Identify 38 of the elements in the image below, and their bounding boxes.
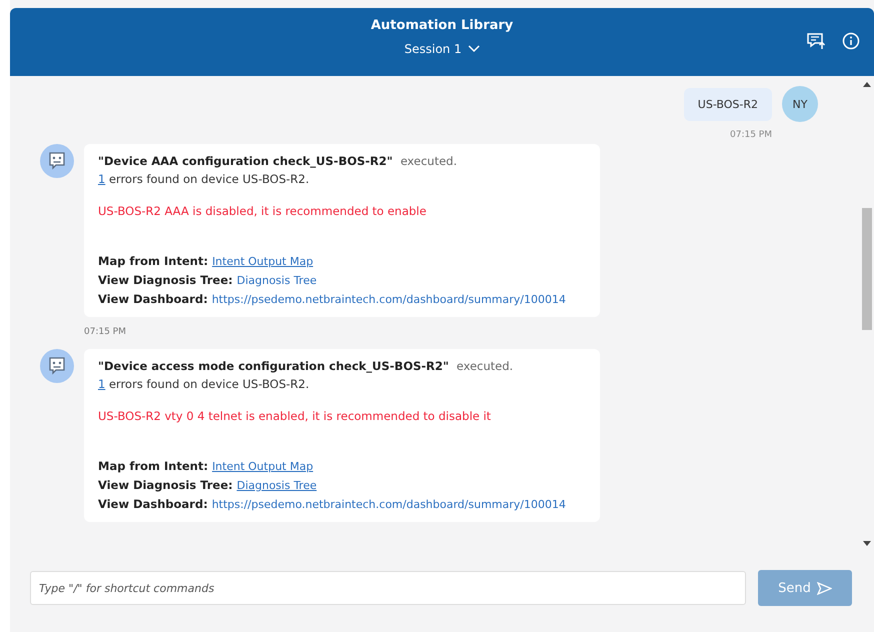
send-icon — [816, 582, 832, 594]
chat-export-icon[interactable] — [806, 32, 826, 50]
chevron-down-icon — [468, 45, 480, 53]
user-message: US-BOS-R2 — [684, 88, 772, 120]
scroll-up-icon[interactable] — [863, 82, 871, 87]
info-icon[interactable] — [842, 32, 860, 50]
error-summary: errors found on device US-BOS-R2. — [108, 172, 310, 186]
error-count-link[interactable]: 1 — [98, 377, 106, 391]
result-link[interactable]: https://psedemo.netbraintech.com/dashboard/summary/100014 — [212, 498, 566, 511]
window-title: Automation Library — [370, 18, 514, 33]
link-label: View Dashboard: — [98, 497, 208, 511]
result-link[interactable]: Intent Output Map — [212, 255, 314, 268]
automation-title: "Device access mode configuration check_US-BOS-R2" — [98, 359, 449, 373]
result-link[interactable]: Intent Output Map — [212, 460, 314, 473]
error-count-link[interactable]: 1 — [98, 172, 106, 186]
scrollbar-thumb[interactable] — [862, 208, 872, 330]
status-text: executed. — [456, 359, 514, 373]
bot-avatar-icon — [40, 349, 74, 383]
bot-avatar-icon — [40, 144, 74, 178]
link-label: Map from Intent: — [98, 254, 208, 268]
error-summary: errors found on device US-BOS-R2. — [108, 377, 310, 391]
user-avatar: NY — [782, 86, 818, 122]
message-time: 07:15 PM — [84, 327, 127, 337]
status-text: executed. — [400, 154, 457, 168]
message-time: 07:15 PM — [730, 130, 772, 140]
result-link[interactable]: Diagnosis Tree — [236, 479, 317, 492]
automation-title: "Device AAA configuration check_US-BOS-R2" — [98, 154, 393, 168]
link-label: View Dashboard: — [98, 292, 208, 306]
message-input[interactable]: Type "/" for shortcut commands — [30, 571, 746, 605]
session-dropdown[interactable]: Session 1 — [404, 42, 480, 56]
result-link[interactable]: Diagnosis Tree — [236, 274, 317, 287]
error-message: US-BOS-R2 AAA is disabled, it is recommended to enable — [98, 204, 428, 218]
link-label: Map from Intent: — [98, 459, 208, 473]
link-label: View Diagnosis Tree: — [98, 478, 233, 492]
link-label: View Diagnosis Tree: — [98, 273, 233, 287]
result-link[interactable]: https://psedemo.netbraintech.com/dashboard/summary/100014 — [212, 293, 566, 306]
error-message: US-BOS-R2 vty 0 4 telnet is enabled, it is recommended to disable it — [98, 409, 492, 423]
scroll-down-icon[interactable] — [863, 541, 871, 546]
